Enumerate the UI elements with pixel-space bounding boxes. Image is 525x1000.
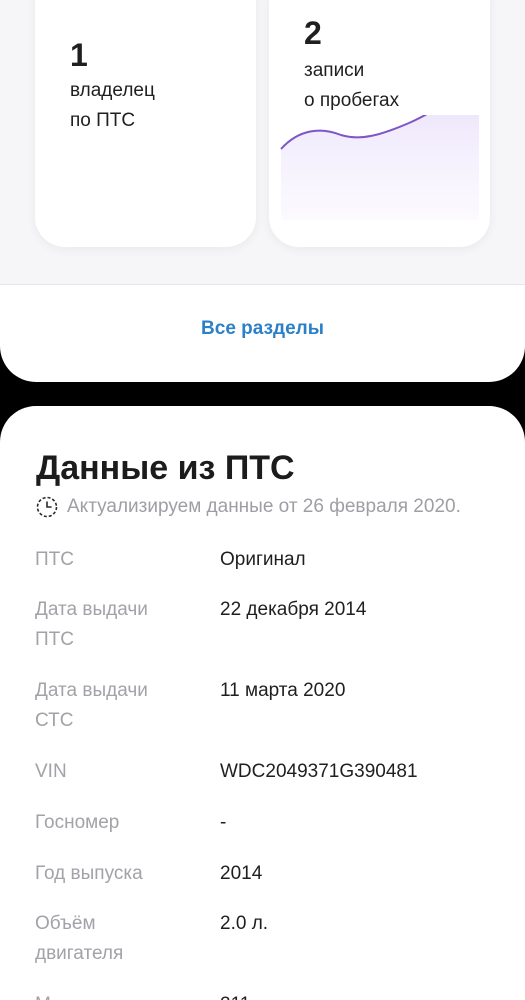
clock-icon xyxy=(36,496,58,518)
owners-label-line2: по ПТС xyxy=(70,110,136,131)
mileage-label-line2: о пробегах xyxy=(304,90,400,111)
mileage-label-line1: записи xyxy=(304,60,365,81)
owners-label-line1: владелец xyxy=(70,80,155,101)
pts-title: Данные из ПТС xyxy=(36,449,295,487)
pts-row-key-line1: ПТС xyxy=(35,549,74,570)
pts-row-value: Оригинал xyxy=(220,549,306,570)
owners-count: 1 xyxy=(70,37,88,73)
pts-row-key-line1: М xyxy=(35,990,185,1000)
summary-sheet: 1 владелец по ПТС 2 записи о пробегах Вс… xyxy=(0,0,525,382)
pts-row-value: - xyxy=(220,812,227,833)
pts-row-value: 2.0 л. xyxy=(220,913,269,934)
pts-row-key: ПТС xyxy=(35,545,185,575)
pts-row-key-line2: ПТС xyxy=(35,629,74,650)
pts-row-key-line1: Дата выдачи xyxy=(35,680,148,701)
pts-row-value: 22 декабря 2014 xyxy=(220,599,367,620)
owners-card[interactable]: 1 владелец по ПТС xyxy=(35,0,256,247)
pts-row-value: 2014 xyxy=(220,863,263,884)
pts-row-key: М xyxy=(35,990,185,1000)
pts-row-key-line1: Объём xyxy=(35,913,96,934)
pts-row-key: Дата выдачи СТС xyxy=(35,676,185,736)
update-note: Актуализируем данные от 26 февраля 2020. xyxy=(36,495,461,519)
pts-row-key-line1: Дата выдачи xyxy=(35,599,148,620)
pts-row-key: Госномер xyxy=(35,808,185,838)
pts-row-key-line1: Госномер xyxy=(35,812,120,833)
pts-row-key: Объём двигателя xyxy=(35,909,185,969)
pts-row-key: VIN xyxy=(35,757,185,787)
update-note-text: Актуализируем данные от 26 февраля 2020. xyxy=(67,496,461,517)
pts-data-sheet: Данные из ПТС Актуализируем данные от 26… xyxy=(0,406,525,1000)
pts-row-key-line1: Год выпуска xyxy=(35,863,143,884)
pts-row-value: WDC2049371G390481 xyxy=(220,761,418,782)
mileage-count: 2 xyxy=(304,15,322,51)
pts-row-key-line2: двигателя xyxy=(35,943,124,964)
pts-row-value: 211 xyxy=(220,990,250,1000)
owners-label: владелец по ПТС xyxy=(70,76,155,136)
pts-row-key-line1: VIN xyxy=(35,761,67,782)
summary-divider xyxy=(0,284,525,285)
pts-row-value: 11 марта 2020 xyxy=(220,680,346,701)
mileage-sparkline xyxy=(280,115,479,220)
pts-row-key-line2: СТС xyxy=(35,710,74,731)
all-sections-link[interactable]: Все разделы xyxy=(0,318,525,340)
pts-row-key: Дата выдачи ПТС xyxy=(35,595,185,655)
mileage-card[interactable]: 2 записи о пробегах xyxy=(269,0,490,247)
summary-cards: 1 владелец по ПТС 2 записи о пробегах xyxy=(0,0,525,284)
mileage-label: записи о пробегах xyxy=(304,56,399,116)
pts-row-key: Год выпуска xyxy=(35,859,185,889)
